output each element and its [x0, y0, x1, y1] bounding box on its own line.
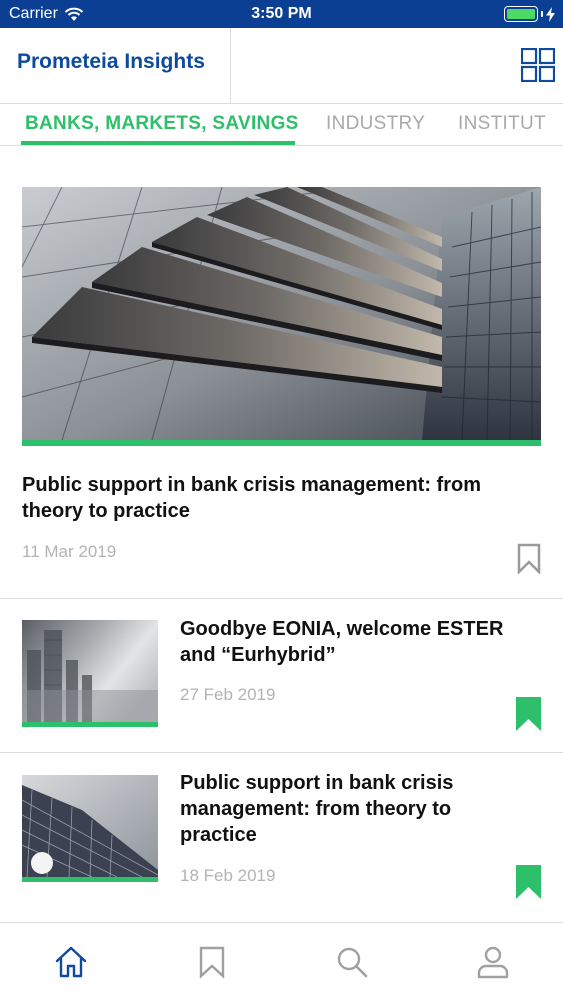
bottom-tab-bar: [0, 922, 563, 1000]
battery-icon: [504, 6, 538, 22]
status-time: 3:50 PM: [251, 5, 312, 22]
bookmark-tab-icon[interactable]: [195, 945, 229, 979]
article-date: 18 Feb 2019: [180, 866, 276, 885]
active-tab-indicator: [21, 141, 295, 145]
article-thumbnail[interactable]: [22, 620, 158, 722]
header-divider: [230, 28, 231, 104]
list-divider: [0, 752, 563, 753]
feature-article-date: 11 Mar 2019: [22, 542, 117, 561]
feature-article-title[interactable]: Public support in bank crisis management…: [22, 472, 522, 524]
grid-menu-icon[interactable]: [521, 48, 555, 82]
bookmark-filled-icon[interactable]: [516, 865, 541, 899]
article-title[interactable]: Public support in bank crisis management…: [180, 770, 520, 848]
article-thumbnail[interactable]: [22, 775, 158, 877]
thumbnail-accent-bar: [22, 877, 158, 882]
app-title: Prometeia Insights: [17, 50, 205, 73]
feature-article-image[interactable]: [22, 187, 541, 440]
list-divider: [0, 598, 563, 599]
tab-industry[interactable]: INDUSTRY: [326, 113, 425, 135]
battery-indicator: [504, 6, 555, 22]
tab-banks-markets-savings[interactable]: BANKS, MARKETS, SAVINGS: [25, 113, 299, 135]
profile-icon[interactable]: [476, 945, 510, 979]
search-icon[interactable]: [335, 945, 369, 979]
article-date: 27 Feb 2019: [180, 685, 276, 704]
tab-institutions[interactable]: INSTITUT: [458, 113, 546, 135]
charging-icon: [546, 6, 555, 22]
feature-accent-bar: [22, 440, 541, 446]
thumbnail-accent-bar: [22, 722, 158, 727]
category-tab-bar: BANKS, MARKETS, SAVINGS INDUSTRY INSTITU…: [0, 104, 563, 146]
status-bar: Carrier 3:50 PM: [0, 0, 563, 28]
bookmark-filled-icon[interactable]: [516, 697, 541, 731]
app-header: Prometeia Insights: [0, 28, 563, 104]
bookmark-icon[interactable]: [517, 543, 541, 574]
home-icon[interactable]: [54, 945, 88, 979]
article-title[interactable]: Goodbye EONIA, welcome ESTER and “Eurhyb…: [180, 616, 520, 668]
